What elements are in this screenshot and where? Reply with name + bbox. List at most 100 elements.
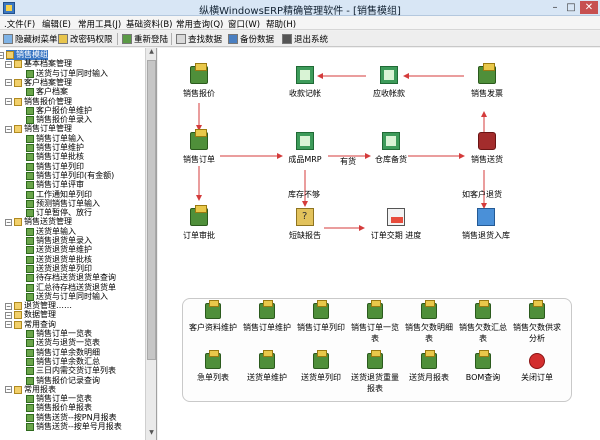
exit-system-button[interactable]: 退出系统 — [282, 33, 328, 45]
flow-node-ship[interactable]: 销售送货 — [462, 132, 512, 165]
function-button-panel: 客户资料维护 销售订单维护 销售订单列印 销售订单一览表 销售欠数明细表 销售欠数汇总表销… — [182, 298, 572, 402]
document-icon — [26, 330, 34, 338]
printer-icon — [421, 350, 437, 369]
relogin-button[interactable]: 重新登陆 — [122, 33, 168, 45]
change-password-button[interactable]: 改密码权限 — [58, 33, 113, 45]
flow-node-approve[interactable]: 订单审批 — [174, 205, 224, 241]
toolbar-divider — [117, 33, 118, 45]
minimize-icon[interactable]: – — [548, 1, 562, 14]
find-data-button[interactable]: 查找数据 — [176, 33, 222, 45]
toolbar: 隐藏树菜单 改密码权限 重新登陆 查找数据 备份数据 退出系统 — [0, 31, 600, 47]
menu-tools[interactable]: 常用工具(J) — [78, 18, 121, 30]
printer-icon — [205, 300, 221, 319]
flow-node-label: 销售订单 — [183, 155, 215, 164]
tree-leaf-node[interactable]: 销售送货--按单号月报表 — [26, 422, 122, 432]
collapse-icon[interactable]: − — [5, 386, 12, 394]
menu-basic-data[interactable]: 基础资料(B) — [126, 18, 172, 30]
collapse-icon[interactable]: − — [5, 302, 12, 310]
tree-scrollbar[interactable]: ▲ ▼ — [145, 48, 156, 440]
flow-node-ar[interactable]: 应收帐款 — [364, 66, 414, 99]
flow-node-label: 订单审批 — [183, 231, 215, 240]
function-button[interactable]: 销售订单列印 — [297, 300, 345, 333]
menu-edit[interactable]: 编辑(E) — [42, 18, 71, 30]
collapse-icon[interactable]: − — [5, 321, 12, 329]
collapse-icon[interactable]: − — [5, 218, 12, 226]
key-icon — [58, 34, 68, 44]
function-button-label: 送货单列印 — [301, 373, 341, 382]
document-icon — [26, 69, 34, 78]
flow-node-collect[interactable]: 收款记帐 — [280, 66, 330, 99]
document-icon — [26, 357, 34, 366]
function-button[interactable]: 销售欠数汇总表 — [459, 300, 507, 344]
collapse-icon[interactable]: − — [5, 79, 12, 87]
function-button[interactable]: BOM查询 — [459, 350, 507, 383]
collapse-icon[interactable]: − — [0, 51, 4, 59]
function-button[interactable]: 关闭订单 — [513, 353, 561, 383]
function-button[interactable]: 销售欠数供求分析 — [513, 300, 561, 344]
collapse-icon[interactable]: − — [5, 125, 12, 133]
collapse-icon[interactable]: − — [5, 311, 12, 319]
printer-icon — [529, 300, 545, 319]
navigation-tree[interactable]: 销售模组−基本档案管理−送货与订单同时输入客户档案管理−客户档案销售报价管理−客… — [0, 48, 157, 440]
function-button[interactable]: 送货退货重量报表 — [351, 350, 399, 394]
backup-data-button[interactable]: 备份数据 — [228, 33, 274, 45]
scroll-up-icon[interactable]: ▲ — [147, 48, 156, 58]
function-button[interactable]: 销售订单一览表 — [351, 300, 399, 344]
maximize-icon[interactable]: □ — [564, 1, 578, 14]
scroll-down-icon[interactable]: ▼ — [147, 429, 156, 439]
menu-file[interactable]: .文件(F) — [4, 18, 35, 30]
document-icon — [26, 339, 34, 348]
printer-icon — [313, 350, 329, 369]
printer-icon — [190, 129, 208, 150]
function-button-label: 销售订单维护 — [243, 323, 291, 332]
folder-icon — [14, 60, 22, 69]
stop-icon — [529, 353, 545, 369]
document-icon — [26, 246, 34, 255]
flow-node-warehouse[interactable]: 仓库备货 — [366, 132, 416, 165]
printer-icon — [367, 300, 383, 319]
function-button[interactable]: 客户资料维护 — [189, 300, 237, 333]
function-button-label: 送货退货重量报表 — [351, 373, 399, 393]
function-button[interactable]: 送货单列印 — [297, 350, 345, 383]
function-button[interactable]: 销售欠数明细表 — [405, 300, 453, 344]
function-button[interactable]: 销售订单维护 — [243, 300, 291, 333]
collapse-icon[interactable]: − — [5, 98, 12, 105]
menu-query[interactable]: 常用查询(Q) — [176, 18, 223, 30]
menu-help[interactable]: 帮助(H) — [266, 18, 296, 30]
flow-node-quote[interactable]: 销售报价 — [174, 63, 224, 99]
printer-icon — [190, 205, 208, 226]
folder-icon — [6, 51, 14, 59]
return-icon — [477, 208, 495, 226]
printer-icon — [259, 300, 275, 319]
flow-node-invoice[interactable]: 销售发票 — [462, 63, 512, 99]
exit-icon — [282, 34, 292, 44]
report-icon — [296, 208, 314, 226]
flow-node-shortage[interactable]: 短缺报告 — [280, 208, 330, 241]
flow-node-return[interactable]: 销售退货入库 — [454, 208, 518, 241]
close-icon[interactable]: ✕ — [580, 1, 598, 14]
document-icon — [26, 116, 34, 125]
flow-node-mrp[interactable]: 成品MRP — [280, 132, 330, 165]
function-button-label: 销售欠数供求分析 — [513, 323, 561, 343]
printer-icon — [313, 300, 329, 319]
document-icon — [26, 181, 34, 190]
change-password-label: 改密码权限 — [70, 35, 113, 45]
tree-node-label: 销售送货--按单号月报表 — [36, 422, 122, 431]
login-icon — [122, 34, 132, 44]
hide-tree-button[interactable]: 隐藏树菜单 — [3, 33, 58, 45]
collapse-icon[interactable]: − — [5, 60, 12, 68]
exit-system-label: 退出系统 — [294, 35, 329, 45]
tree-scroll-thumb[interactable] — [147, 60, 156, 360]
function-button[interactable]: 送货单维护 — [243, 350, 291, 383]
document-icon — [26, 162, 34, 171]
function-button[interactable]: 急单列表 — [189, 350, 237, 383]
function-button-label: 销售订单一览表 — [351, 323, 399, 343]
menu-window[interactable]: 窗口(W) — [228, 18, 260, 30]
document-icon — [26, 423, 34, 431]
function-button[interactable]: 送货月报表 — [405, 350, 453, 383]
flow-node-order[interactable]: 销售订单 — [174, 129, 224, 165]
flow-node-progress[interactable]: 订单交期 进度 — [364, 208, 428, 241]
backup-icon — [228, 34, 238, 44]
document-icon — [26, 106, 34, 115]
printer-icon — [190, 63, 208, 84]
